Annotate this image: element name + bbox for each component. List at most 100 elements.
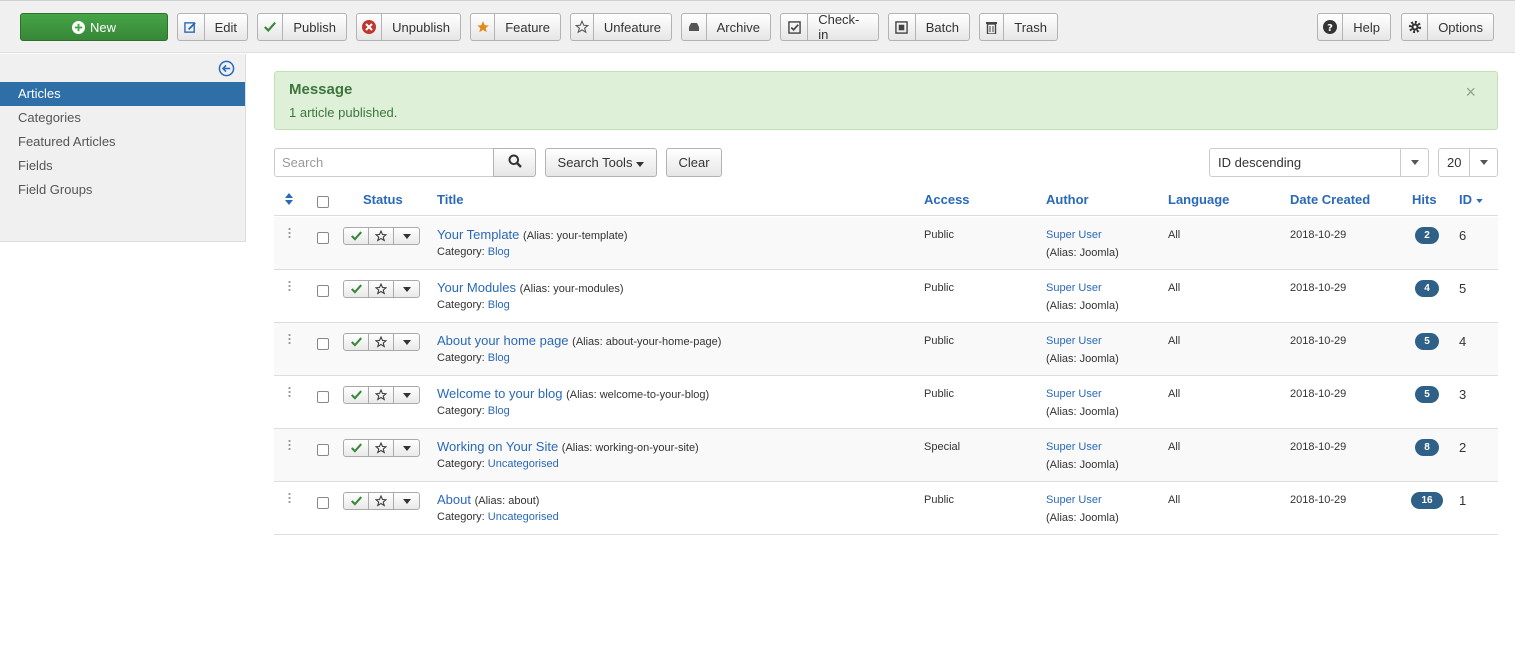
close-icon[interactable]: × xyxy=(1465,82,1476,103)
article-title-link[interactable]: About your home page xyxy=(437,333,569,348)
header-id[interactable]: ID xyxy=(1459,192,1483,207)
actions-dropdown-icon[interactable] xyxy=(394,228,419,244)
options-button[interactable]: Options xyxy=(1401,13,1494,41)
author-link[interactable]: Super User xyxy=(1046,229,1102,241)
sidebar-item-categories[interactable]: Categories xyxy=(0,106,245,130)
unpublish-button[interactable]: Unpublish xyxy=(356,13,461,41)
published-check-icon[interactable] xyxy=(344,493,369,509)
unfeatured-star-icon[interactable] xyxy=(369,440,394,456)
drag-handle-icon[interactable] xyxy=(288,439,291,451)
batch-button[interactable]: Batch xyxy=(888,13,970,41)
author-alias: (Alias: Joomla) xyxy=(1046,406,1119,418)
article-title-link[interactable]: About xyxy=(437,492,471,507)
category-label: Category: xyxy=(437,405,485,417)
category-link[interactable]: Uncategorised xyxy=(488,458,559,470)
author-link[interactable]: Super User xyxy=(1046,282,1102,294)
limit-select[interactable]: 20 xyxy=(1438,148,1498,177)
access-cell: Public xyxy=(924,335,954,347)
header-hits[interactable]: Hits xyxy=(1412,192,1437,207)
sidebar-item-articles[interactable]: Articles xyxy=(0,82,245,106)
publish-button[interactable]: Publish xyxy=(257,13,347,41)
collapse-sidebar-icon[interactable] xyxy=(218,60,236,78)
checkin-label: Check-in xyxy=(818,12,860,42)
article-title-link[interactable]: Working on Your Site xyxy=(437,439,558,454)
sidebar-item-featured-articles[interactable]: Featured Articles xyxy=(0,130,245,154)
drag-handle-icon[interactable] xyxy=(288,227,291,239)
category-link[interactable]: Blog xyxy=(488,405,510,417)
clear-button[interactable]: Clear xyxy=(666,148,722,177)
search-button[interactable] xyxy=(493,148,536,177)
unfeatured-star-icon[interactable] xyxy=(369,228,394,244)
edit-button[interactable]: Edit xyxy=(177,13,248,41)
article-title-link[interactable]: Welcome to your blog xyxy=(437,386,563,401)
published-check-icon[interactable] xyxy=(344,387,369,403)
feature-button[interactable]: Feature xyxy=(470,13,561,41)
author-link[interactable]: Super User xyxy=(1046,335,1102,347)
drag-handle-icon[interactable] xyxy=(288,333,291,345)
actions-dropdown-icon[interactable] xyxy=(394,387,419,403)
new-button[interactable]: New xyxy=(20,13,168,41)
row-checkbox[interactable] xyxy=(317,285,329,297)
drag-handle-icon[interactable] xyxy=(288,386,291,398)
category-link[interactable]: Uncategorised xyxy=(488,511,559,523)
header-author[interactable]: Author xyxy=(1046,192,1089,207)
author-link[interactable]: Super User xyxy=(1046,494,1102,506)
unfeature-button[interactable]: Unfeature xyxy=(570,13,672,41)
actions-dropdown-icon[interactable] xyxy=(394,334,419,350)
header-date-created[interactable]: Date Created xyxy=(1290,192,1370,207)
help-button[interactable]: ? Help xyxy=(1317,13,1391,41)
header-language[interactable]: Language xyxy=(1168,192,1229,207)
category-link[interactable]: Blog xyxy=(488,246,510,258)
header-title[interactable]: Title xyxy=(437,192,464,207)
actions-dropdown-icon[interactable] xyxy=(394,493,419,509)
author-link[interactable]: Super User xyxy=(1046,441,1102,453)
archive-button[interactable]: Archive xyxy=(681,13,771,41)
row-checkbox[interactable] xyxy=(317,232,329,244)
svg-text:?: ? xyxy=(1327,23,1333,34)
status-button-group xyxy=(343,333,420,351)
id-cell: 3 xyxy=(1459,387,1467,402)
select-all-checkbox[interactable] xyxy=(317,196,329,208)
checkin-button[interactable]: Check-in xyxy=(780,12,879,42)
actions-dropdown-icon[interactable] xyxy=(394,440,419,456)
drag-handle-icon[interactable] xyxy=(288,280,291,292)
language-cell: All xyxy=(1168,441,1181,453)
category-label: Category: xyxy=(437,352,485,364)
row-checkbox[interactable] xyxy=(317,338,329,350)
search-tools-button[interactable]: Search Tools xyxy=(545,148,657,177)
table-row: Your Template (Alias: your-template) Cat… xyxy=(274,217,1498,270)
language-cell: All xyxy=(1168,335,1181,347)
star-filled-icon xyxy=(471,14,496,40)
id-cell: 6 xyxy=(1459,228,1467,243)
category-link[interactable]: Blog xyxy=(488,299,510,311)
published-check-icon[interactable] xyxy=(344,440,369,456)
published-check-icon[interactable] xyxy=(344,281,369,297)
published-check-icon[interactable] xyxy=(344,228,369,244)
caret-down-icon xyxy=(1475,192,1483,207)
published-check-icon[interactable] xyxy=(344,334,369,350)
unfeatured-star-icon[interactable] xyxy=(369,493,394,509)
row-checkbox[interactable] xyxy=(317,497,329,509)
trash-button[interactable]: Trash xyxy=(979,13,1058,41)
hits-badge: 2 xyxy=(1415,227,1439,244)
sort-order-icon[interactable] xyxy=(285,193,293,208)
author-link[interactable]: Super User xyxy=(1046,388,1102,400)
drag-handle-icon[interactable] xyxy=(288,492,291,504)
article-title-link[interactable]: Your Modules xyxy=(437,280,516,295)
article-title-link[interactable]: Your Template xyxy=(437,227,519,242)
unfeatured-star-icon[interactable] xyxy=(369,281,394,297)
category-link[interactable]: Blog xyxy=(488,352,510,364)
search-icon xyxy=(508,154,522,171)
unfeatured-star-icon[interactable] xyxy=(369,334,394,350)
help-label: Help xyxy=(1353,19,1380,35)
search-input[interactable] xyxy=(274,148,494,177)
row-checkbox[interactable] xyxy=(317,444,329,456)
ordering-select[interactable]: ID descending xyxy=(1209,148,1429,177)
unfeatured-star-icon[interactable] xyxy=(369,387,394,403)
row-checkbox[interactable] xyxy=(317,391,329,403)
actions-dropdown-icon[interactable] xyxy=(394,281,419,297)
sidebar-item-fields[interactable]: Fields xyxy=(0,154,245,178)
header-access[interactable]: Access xyxy=(924,192,970,207)
header-status[interactable]: Status xyxy=(363,192,403,207)
sidebar-item-field-groups[interactable]: Field Groups xyxy=(0,178,245,202)
